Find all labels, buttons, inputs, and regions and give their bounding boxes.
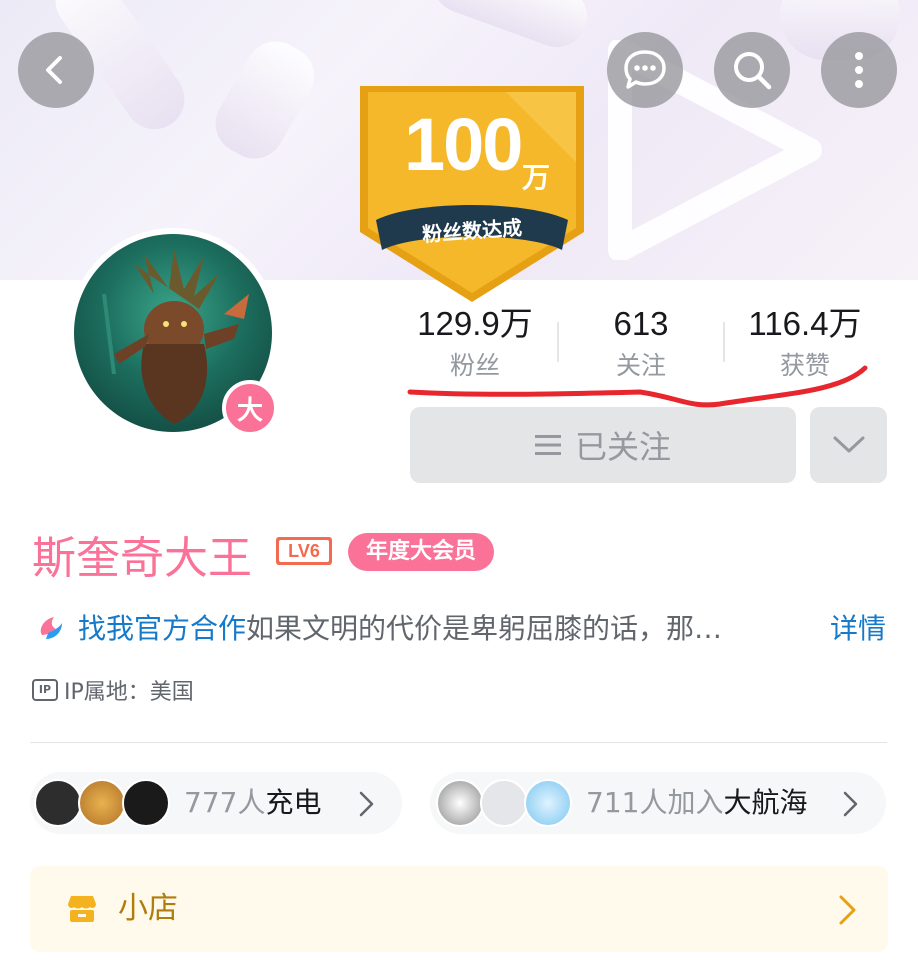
followers-count: 129.9万 xyxy=(417,305,533,342)
ip-icon: IP xyxy=(32,679,58,701)
stat-followers[interactable]: 129.9万 粉丝 xyxy=(395,302,555,386)
milestone-number: 100 xyxy=(404,103,523,186)
banner-decoration xyxy=(204,30,326,170)
menu-lines-icon xyxy=(534,435,561,455)
level-text: LV6 xyxy=(288,541,320,561)
guard-avatar xyxy=(480,779,528,827)
search-button[interactable] xyxy=(714,32,790,108)
charger-avatar xyxy=(78,779,126,827)
likes-label: 获赞 xyxy=(779,351,830,380)
followed-button[interactable]: 已关注 xyxy=(410,407,796,483)
bio-text: 如果文明的代价是卑躬屈膝的话，那… xyxy=(246,612,723,645)
chevron-right-icon xyxy=(839,895,856,925)
chevron-right-icon xyxy=(359,791,374,817)
charge-label: 充电 xyxy=(265,786,322,819)
charge-count: 777人 xyxy=(184,786,266,819)
chat-bubble-icon xyxy=(624,50,666,89)
likes-count: 116.4万 xyxy=(748,305,862,342)
message-button[interactable] xyxy=(607,32,683,108)
guard-count: 711人加入 xyxy=(586,786,724,819)
back-button[interactable] xyxy=(18,32,94,108)
followers-label: 粉丝 xyxy=(449,351,500,380)
ip-location-text: IP属地：美国 xyxy=(64,680,194,705)
milestone-unit: 万 xyxy=(522,161,551,194)
more-vertical-icon xyxy=(855,52,863,88)
big-member-badge: 大 xyxy=(222,380,278,436)
guard-entry[interactable]: 711人加入大航海 xyxy=(430,772,886,834)
search-icon xyxy=(734,52,772,90)
ip-location: IP IP属地：美国 xyxy=(32,674,194,706)
vip-badge[interactable]: 年度大会员 xyxy=(348,533,495,571)
bio-details-link[interactable]: 详情 xyxy=(830,606,886,652)
stat-likes[interactable]: 116.4万 获赞 xyxy=(725,302,885,386)
milestone-badge: 100 万 粉丝数达成 xyxy=(356,82,588,314)
chevron-left-icon xyxy=(46,56,62,84)
charge-entry[interactable]: 777人充电 xyxy=(30,772,402,834)
banner-decoration xyxy=(424,0,596,56)
bio-row[interactable]: 找我官方合作如果文明的代价是卑躬屈膝的话，那… 详情 xyxy=(36,606,896,652)
level-badge: LV6 xyxy=(275,535,333,567)
shop-entry[interactable]: 小店 xyxy=(30,866,888,952)
more-button[interactable] xyxy=(821,32,897,108)
bio-cooperation-link[interactable]: 找我官方合作 xyxy=(78,612,246,645)
username: 斯奎奇大王 xyxy=(32,533,252,584)
shop-label: 小店 xyxy=(118,891,178,926)
section-divider xyxy=(30,742,887,743)
following-label: 关注 xyxy=(615,351,666,380)
guard-label: 大航海 xyxy=(723,786,808,819)
chevron-right-icon xyxy=(843,791,858,817)
charger-avatar xyxy=(122,779,170,827)
stat-divider xyxy=(557,322,559,362)
more-options-dropdown[interactable] xyxy=(810,407,887,483)
stat-following[interactable]: 613 关注 xyxy=(561,302,721,386)
guard-text: 711人加入大航海 xyxy=(586,782,807,824)
guard-avatar xyxy=(436,779,484,827)
following-count: 613 xyxy=(613,305,669,342)
guard-avatar xyxy=(524,779,572,827)
cooperation-icon xyxy=(40,617,62,639)
followed-label: 已关注 xyxy=(574,428,671,466)
shop-icon xyxy=(68,896,96,922)
chevron-down-icon xyxy=(833,436,864,453)
charge-text: 777人充电 xyxy=(184,782,321,824)
charger-avatar xyxy=(34,779,82,827)
